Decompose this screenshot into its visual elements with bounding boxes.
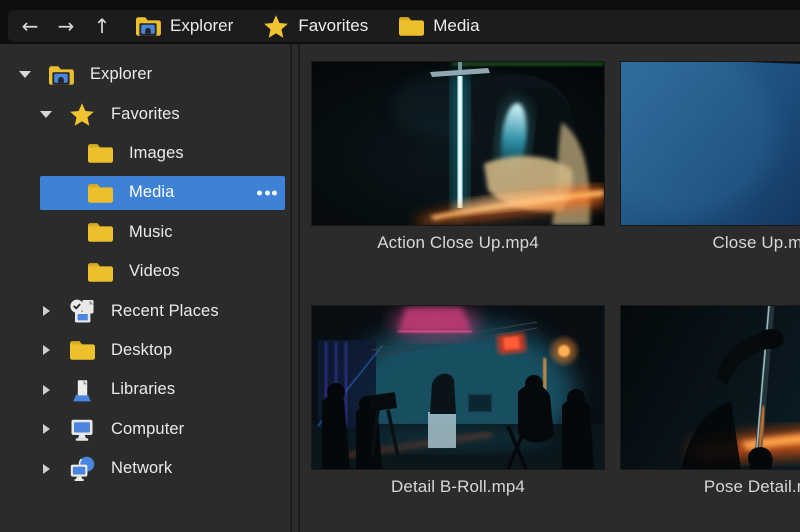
- caret-right-icon[interactable]: [37, 464, 55, 474]
- file-name: Detail B-Roll.mp4: [312, 477, 604, 497]
- toolbar-media-button[interactable]: Media: [383, 10, 494, 42]
- caret-down-icon[interactable]: [37, 111, 55, 118]
- file-item[interactable]: Detail B-Roll.mp4: [312, 306, 604, 497]
- sidebar-item-label: Images: [129, 144, 184, 163]
- video-thumbnail[interactable]: [312, 62, 604, 225]
- forward-arrow-icon: →: [58, 14, 75, 38]
- file-item[interactable]: Action Close Up.mp4: [312, 62, 604, 253]
- star-icon: [263, 14, 289, 39]
- sidebar-item-explorer[interactable]: Explorer: [0, 55, 290, 94]
- caret-right-icon[interactable]: [37, 385, 55, 395]
- sidebar-item-label: Media: [129, 183, 174, 202]
- folder-icon: [85, 181, 115, 205]
- computer-icon: [67, 417, 97, 442]
- sidebar-item-label: Computer: [111, 420, 184, 439]
- sidebar-item-computer[interactable]: Computer: [0, 410, 290, 449]
- toolbar: ← → ↑ Explorer Favorites Media: [0, 0, 800, 44]
- network-icon: [67, 456, 97, 482]
- recent-places-icon: [67, 299, 97, 324]
- file-item[interactable]: Close Up.mp4: [621, 62, 800, 253]
- sidebar-splitter[interactable]: [290, 44, 300, 532]
- file-item[interactable]: Pose Detail.mp4: [621, 306, 800, 497]
- toolbar-explorer-button[interactable]: Explorer: [120, 10, 248, 42]
- file-grid: Action Close Up.mp4: [300, 44, 800, 532]
- sidebar-item-desktop[interactable]: Desktop: [0, 331, 290, 370]
- toolbar-bar: ← → ↑ Explorer Favorites Media: [8, 10, 800, 42]
- back-button[interactable]: ←: [12, 10, 48, 42]
- folder-icon: [85, 220, 115, 244]
- up-button[interactable]: ↑: [84, 10, 120, 42]
- app-body: Explorer Favorites Images Media: [0, 44, 800, 532]
- sidebar-item-images[interactable]: Images: [0, 134, 290, 173]
- sidebar-tree: Explorer Favorites Images Media: [0, 44, 290, 532]
- sidebar-item-network[interactable]: Network: [0, 449, 290, 488]
- sidebar-item-recent-places[interactable]: Recent Places: [0, 291, 290, 330]
- folder-icon: [67, 338, 97, 362]
- caret-right-icon[interactable]: [37, 345, 55, 355]
- video-thumbnail[interactable]: [621, 306, 800, 469]
- folder-icon: [85, 141, 115, 165]
- file-name: Close Up.mp4: [621, 233, 800, 253]
- sidebar-item-label: Desktop: [111, 341, 172, 360]
- back-arrow-icon: ←: [22, 14, 39, 38]
- toolbar-media-label: Media: [433, 16, 479, 36]
- sidebar-item-libraries[interactable]: Libraries: [0, 370, 290, 409]
- caret-down-icon[interactable]: [16, 71, 34, 78]
- explorer-folder-icon: [135, 14, 161, 38]
- sidebar-item-label: Network: [111, 459, 172, 478]
- toolbar-favorites-label: Favorites: [298, 16, 368, 36]
- sidebar-item-label: Videos: [129, 262, 180, 281]
- video-thumbnail[interactable]: [312, 306, 604, 469]
- caret-right-icon[interactable]: [37, 306, 55, 316]
- toolbar-favorites-button[interactable]: Favorites: [248, 10, 383, 42]
- folder-icon: [85, 260, 115, 284]
- video-thumbnail[interactable]: [621, 62, 800, 225]
- file-name: Action Close Up.mp4: [312, 233, 604, 253]
- sidebar-item-label: Explorer: [90, 65, 152, 84]
- sidebar-item-favorites[interactable]: Favorites: [0, 94, 290, 133]
- star-icon: [67, 102, 97, 127]
- folder-icon: [398, 14, 424, 38]
- sidebar-item-music[interactable]: Music: [0, 213, 290, 252]
- toolbar-explorer-label: Explorer: [170, 16, 233, 36]
- forward-button[interactable]: →: [48, 10, 84, 42]
- file-name: Pose Detail.mp4: [621, 477, 800, 497]
- more-options-button[interactable]: [257, 190, 277, 195]
- sidebar-item-videos[interactable]: Videos: [0, 252, 290, 291]
- up-arrow-icon: ↑: [94, 14, 111, 38]
- explorer-folder-icon: [46, 63, 76, 87]
- sidebar-item-label: Recent Places: [111, 302, 219, 321]
- sidebar-item-label: Music: [129, 223, 173, 242]
- file-explorer-window: ← → ↑ Explorer Favorites Media Exp: [0, 0, 800, 532]
- caret-right-icon[interactable]: [37, 424, 55, 434]
- libraries-icon: [67, 377, 97, 403]
- sidebar-item-label: Libraries: [111, 380, 175, 399]
- sidebar-item-label: Favorites: [111, 105, 180, 124]
- sidebar-item-media[interactable]: Media: [0, 173, 290, 212]
